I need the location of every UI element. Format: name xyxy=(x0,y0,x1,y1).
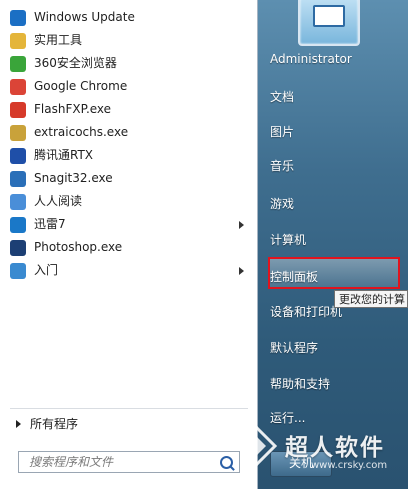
getting-started-icon xyxy=(10,263,26,279)
submenu-arrow-icon[interactable] xyxy=(239,267,244,275)
program-item[interactable]: Snagit32.exe xyxy=(0,167,258,190)
program-item[interactable]: 360安全浏览器 xyxy=(0,52,258,75)
photoshop-icon xyxy=(10,240,26,256)
program-label: 360安全浏览器 xyxy=(34,56,117,70)
program-label: 人人阅读 xyxy=(34,194,83,208)
watermark-url: www.crsky.com xyxy=(311,460,388,471)
program-item[interactable]: 迅雷7 xyxy=(0,213,258,236)
watermark-logo-icon xyxy=(236,425,278,467)
program-item[interactable]: 人人阅读 xyxy=(0,190,258,213)
chrome-icon xyxy=(10,79,26,95)
program-label: FlashFXP.exe xyxy=(34,102,112,116)
program-item[interactable]: Photoshop.exe xyxy=(0,236,258,259)
program-item[interactable]: Google Chrome xyxy=(0,75,258,98)
program-item[interactable]: FlashFXP.exe xyxy=(0,98,258,121)
program-label: Google Chrome xyxy=(34,79,128,93)
all-programs-label: 所有程序 xyxy=(30,417,79,431)
extraico-icon xyxy=(10,125,26,141)
watermark-text: 超人软件 xyxy=(285,435,385,461)
places-item-default-programs[interactable]: 默认程序 xyxy=(270,339,318,356)
rtx-icon xyxy=(10,148,26,164)
program-item[interactable]: Windows Update xyxy=(0,6,258,29)
snagit-icon xyxy=(10,171,26,187)
program-item[interactable]: extraicochs.exe xyxy=(0,121,258,144)
places-item-computer[interactable]: 计算机 xyxy=(270,231,306,248)
flashfxp-icon xyxy=(10,102,26,118)
submenu-arrow-icon[interactable] xyxy=(239,221,244,229)
program-label: 入门 xyxy=(34,263,59,277)
search-placeholder: 搜索程序和文件 xyxy=(29,455,114,469)
places-item-devices-printers[interactable]: 设备和打印机 xyxy=(270,303,342,320)
program-item[interactable]: 入门 xyxy=(0,259,258,282)
start-menu: Windows Update 实用工具 360安全浏览器 Google Chrome F… xyxy=(0,0,408,489)
program-label: Windows Update xyxy=(34,10,135,24)
all-programs-button[interactable]: 所有程序 xyxy=(0,414,258,434)
search-icon[interactable] xyxy=(220,456,233,469)
places-item-help-support[interactable]: 帮助和支持 xyxy=(270,375,330,392)
reader-icon xyxy=(10,194,26,210)
program-label: extraicochs.exe xyxy=(34,125,129,139)
places-item-documents[interactable]: 文档 xyxy=(270,88,294,105)
user-picture[interactable] xyxy=(298,0,360,46)
browser-360-icon xyxy=(10,56,26,72)
divider xyxy=(10,408,248,409)
program-label: Snagit32.exe xyxy=(34,171,113,185)
places-item-music[interactable]: 音乐 xyxy=(270,157,294,174)
places-item-pictures[interactable]: 图片 xyxy=(270,123,294,140)
program-item[interactable]: 实用工具 xyxy=(0,29,258,52)
program-label: Photoshop.exe xyxy=(34,240,123,254)
folder-icon xyxy=(10,33,26,49)
thunder-icon xyxy=(10,217,26,233)
triangle-right-icon xyxy=(16,420,21,428)
program-label: 腾讯通RTX xyxy=(34,148,94,162)
places-item-administrator[interactable]: Administrator xyxy=(270,52,352,66)
tooltip: 更改您的计算 xyxy=(334,290,408,308)
program-label: 实用工具 xyxy=(34,33,83,47)
program-list: Windows Update 实用工具 360安全浏览器 Google Chrome F… xyxy=(0,6,258,282)
windows-update-icon xyxy=(10,10,26,26)
watermark: 超人软件 www.crsky.com xyxy=(235,418,407,482)
search-input[interactable]: 搜索程序和文件 xyxy=(18,451,240,473)
program-list-panel: Windows Update 实用工具 360安全浏览器 Google Chrome F… xyxy=(0,0,258,489)
places-item-control-panel[interactable]: 控制面板 xyxy=(270,268,318,285)
program-item[interactable]: 腾讯通RTX xyxy=(0,144,258,167)
program-label: 迅雷7 xyxy=(34,217,66,231)
monitor-icon xyxy=(313,5,345,27)
places-panel: Administrator 文档 图片 音乐 游戏 计算机 控制面板 设备和打印… xyxy=(258,0,408,489)
places-item-games[interactable]: 游戏 xyxy=(270,195,294,212)
